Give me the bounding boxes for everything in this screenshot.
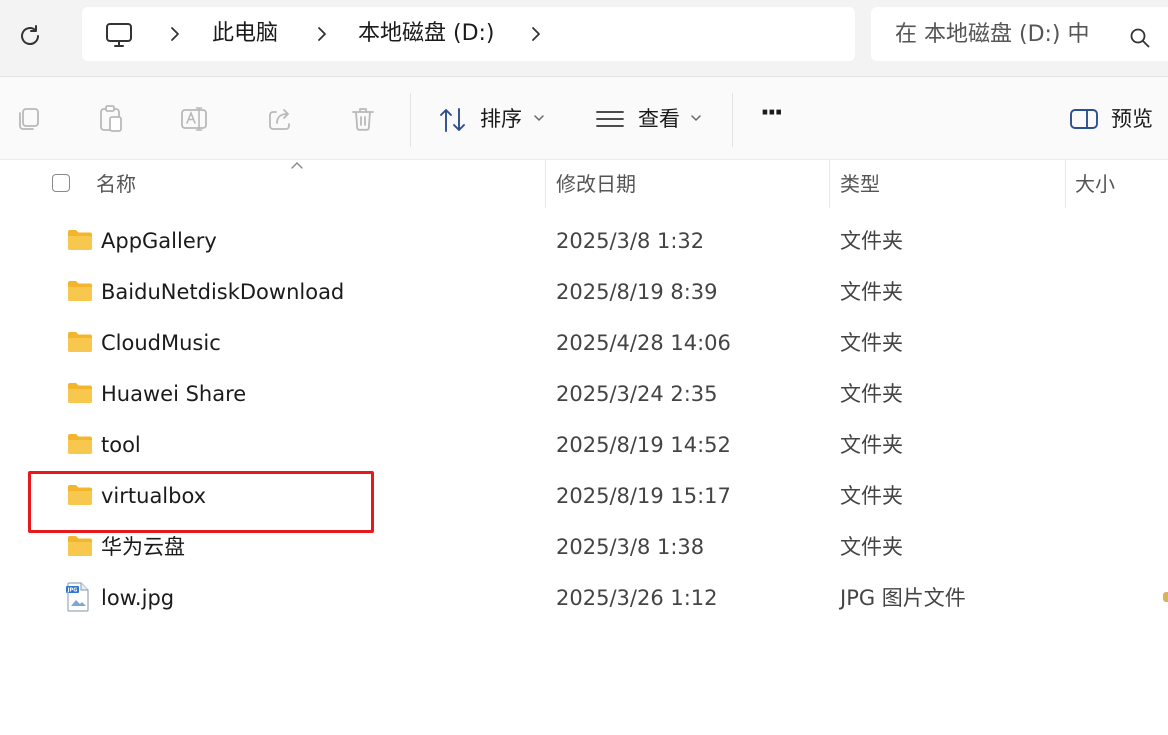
view-list-icon: [596, 111, 624, 127]
more-options-button[interactable]: ···: [760, 99, 784, 127]
file-name: Huawei Share: [101, 382, 247, 406]
copy-icon: [19, 108, 39, 130]
file-row-huawei-share[interactable]: Huawei Share 2025/3/24 2:35 文件夹: [0, 369, 1168, 420]
column-divider[interactable]: [1065, 160, 1066, 208]
refresh-button[interactable]: [14, 20, 46, 52]
share-icon: [269, 109, 290, 130]
file-modified: 2025/8/19 8:39: [556, 280, 718, 304]
file-name: 华为云盘: [101, 535, 185, 559]
file-modified: 2025/8/19 15:17: [556, 484, 731, 508]
file-type: 文件夹: [840, 433, 903, 457]
folder-icon: [68, 536, 92, 556]
paste-icon: [100, 105, 122, 132]
file-type: JPG 图片文件: [840, 586, 966, 610]
search-icon[interactable]: [1129, 27, 1151, 49]
jpg-file-icon: JPG: [66, 582, 89, 612]
sort-ascending-icon: [291, 162, 303, 169]
column-header-row: 名称 修改日期 类型 大小: [0, 160, 1168, 208]
highlight-annotation-box: [28, 471, 374, 533]
copy-button[interactable]: [12, 103, 44, 135]
file-name: low.jpg: [101, 586, 175, 610]
sort-label: 排序: [480, 107, 522, 131]
chevron-down-icon: [691, 115, 701, 122]
file-type: 文件夹: [840, 280, 903, 304]
command-bar: 排序 查看 ··· 预览: [0, 77, 1168, 160]
paste-button[interactable]: [95, 103, 127, 135]
column-divider[interactable]: [545, 160, 546, 208]
file-type: 文件夹: [840, 382, 903, 406]
column-header-modified[interactable]: 修改日期: [556, 171, 636, 197]
refresh-icon: [21, 25, 39, 45]
column-header-size[interactable]: 大小: [1075, 171, 1115, 197]
view-label: 查看: [638, 107, 680, 131]
folder-icon: [68, 332, 92, 352]
file-name: CloudMusic: [101, 331, 221, 355]
rename-icon: [181, 107, 207, 131]
file-name: tool: [101, 433, 141, 457]
share-button[interactable]: [264, 103, 296, 135]
file-row-low-jpg[interactable]: JPG low.jpg 2025/3/26 1:12 JPG 图片文件: [0, 573, 1168, 624]
column-divider[interactable]: [829, 160, 830, 208]
folder-icon: [68, 434, 92, 454]
file-modified: 2025/8/19 14:52: [556, 433, 731, 457]
address-area: 此电脑 本地磁盘 (D:): [0, 0, 1168, 77]
file-name: AppGallery: [101, 229, 217, 253]
select-all-checkbox[interactable]: [52, 174, 70, 192]
file-modified: 2025/3/8 1:32: [556, 229, 705, 253]
file-type: 文件夹: [840, 535, 903, 559]
folder-icon: [68, 230, 92, 250]
this-pc-icon[interactable]: [104, 21, 134, 49]
file-modified: 2025/3/26 1:12: [556, 586, 718, 610]
file-row-baidunetdiskdownload[interactable]: BaiduNetdiskDownload 2025/8/19 8:39 文件夹: [0, 267, 1168, 318]
search-input[interactable]: [895, 20, 1105, 48]
file-modified: 2025/3/8 1:38: [556, 535, 705, 559]
file-type: 文件夹: [840, 484, 903, 508]
file-row-tool[interactable]: tool 2025/8/19 14:52 文件夹: [0, 420, 1168, 471]
address-bar[interactable]: 此电脑 本地磁盘 (D:): [82, 7, 855, 61]
preview-label: 预览: [1111, 107, 1153, 131]
breadcrumb-this-pc[interactable]: 此电脑: [212, 20, 278, 48]
chevron-right-icon[interactable]: [315, 25, 329, 43]
file-row-cloudmusic[interactable]: CloudMusic 2025/4/28 14:06 文件夹: [0, 318, 1168, 369]
folder-icon: [68, 281, 92, 301]
breadcrumb-local-disk-d[interactable]: 本地磁盘 (D:): [358, 20, 495, 48]
jpg-badge-text: JPG: [67, 588, 78, 594]
file-row-appgallery[interactable]: AppGallery 2025/3/8 1:32 文件夹: [0, 216, 1168, 267]
search-box[interactable]: [871, 7, 1168, 61]
scroll-edge-marker: [1163, 592, 1168, 602]
file-type: 文件夹: [840, 331, 903, 355]
chevron-right-icon[interactable]: [168, 25, 182, 43]
file-type: 文件夹: [840, 229, 903, 253]
preview-pane-icon: [1070, 109, 1098, 129]
file-modified: 2025/3/24 2:35: [556, 382, 718, 406]
trash-icon: [352, 108, 374, 131]
file-name: BaiduNetdiskDownload: [101, 280, 345, 304]
rename-button[interactable]: [179, 103, 211, 135]
column-header-type[interactable]: 类型: [840, 171, 880, 197]
folder-icon: [68, 383, 92, 403]
toolbar-divider: [732, 93, 733, 147]
delete-button[interactable]: [347, 103, 379, 135]
file-modified: 2025/4/28 14:06: [556, 331, 731, 355]
toolbar-divider: [410, 93, 411, 147]
sort-icon: [440, 108, 465, 132]
chevron-right-icon[interactable]: [529, 25, 543, 43]
column-header-name[interactable]: 名称: [96, 171, 136, 197]
chevron-down-icon: [534, 115, 544, 122]
